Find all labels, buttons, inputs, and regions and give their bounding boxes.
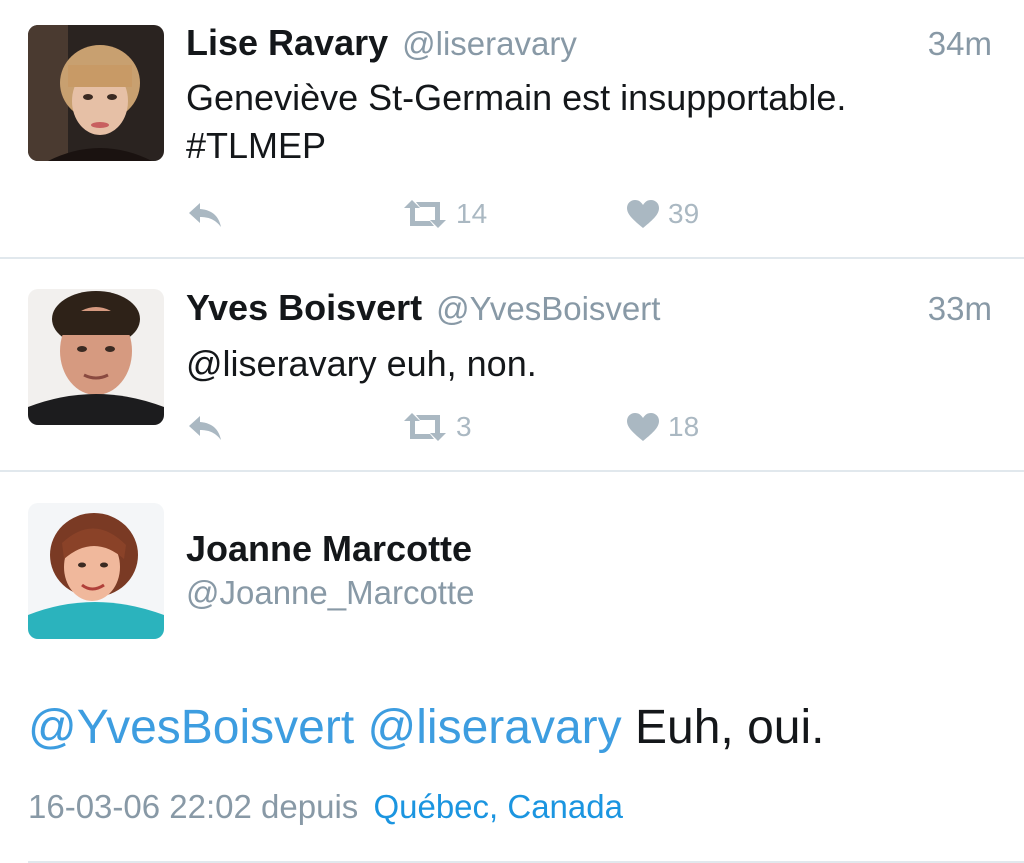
location-link[interactable]: Québec, Canada: [373, 788, 623, 825]
tweet-text: @YvesBoisvert @liseravary Euh, oui.: [28, 700, 824, 756]
tweet-feed: Lise Ravary @liseravary 34m Geneviève St…: [0, 0, 1024, 863]
avatar-image: [28, 25, 164, 161]
tweet-datetime: 16-03-06 22:02: [28, 788, 252, 825]
tweet[interactable]: Yves Boisvert @YvesBoisvert 33m @liserav…: [0, 259, 1024, 472]
tweet-text: Geneviève St-Germain est insupportable. …: [186, 74, 984, 170]
tweet-actions: 14 39: [186, 194, 746, 234]
focused-tweet: Joanne Marcotte @Joanne_Marcotte @YvesBo…: [0, 472, 1024, 863]
avatar[interactable]: [28, 25, 164, 161]
heart-icon: [627, 200, 659, 228]
timestamp: 33m: [927, 290, 992, 327]
tweet-meta: 16-03-06 22:02 depuis Québec, Canada: [28, 788, 623, 826]
like-count: 18: [668, 411, 700, 442]
retweet-count: 3: [456, 411, 472, 442]
tweet-header: Lise Ravary @liseravary 34m: [186, 22, 992, 64]
reply-icon: [189, 416, 221, 440]
retweet-icon: [404, 200, 446, 228]
like-button[interactable]: 39: [626, 194, 699, 234]
avatar[interactable]: [28, 503, 164, 639]
user-handle[interactable]: @YvesBoisvert: [436, 290, 660, 328]
retweet-count: 14: [456, 198, 488, 229]
tweet-header: Yves Boisvert @YvesBoisvert 33m: [186, 287, 992, 329]
user-handle[interactable]: @Joanne_Marcotte: [186, 574, 475, 612]
tweet-text-line: @liseravary euh, non.: [186, 343, 537, 384]
display-name[interactable]: Joanne Marcotte: [186, 528, 472, 570]
display-name[interactable]: Lise Ravary: [186, 22, 388, 64]
like-count: 39: [668, 198, 700, 229]
reply-button[interactable]: [186, 407, 224, 447]
reply-button[interactable]: [186, 194, 224, 234]
mention-link[interactable]: @YvesBoisvert: [28, 701, 354, 754]
tweet-text: @liseravary euh, non.: [186, 340, 984, 388]
avatar-image: [28, 503, 164, 639]
retweet-button[interactable]: 14: [402, 194, 487, 234]
tweet-actions: 3 18: [186, 407, 746, 447]
avatar[interactable]: [28, 289, 164, 425]
retweet-button[interactable]: 3: [402, 407, 472, 447]
user-handle[interactable]: @liseravary: [402, 25, 577, 63]
reply-icon: [189, 203, 221, 227]
via-label: depuis: [261, 788, 359, 825]
mention-link[interactable]: @liseravary: [368, 701, 622, 754]
retweet-icon: [404, 413, 446, 441]
tweet-text-body: Euh, oui.: [634, 701, 825, 754]
hashtag-link[interactable]: #TLMEP: [186, 122, 984, 170]
tweet[interactable]: Lise Ravary @liseravary 34m Geneviève St…: [0, 0, 1024, 259]
timestamp: 34m: [927, 25, 992, 62]
display-name[interactable]: Yves Boisvert: [186, 287, 422, 329]
heart-icon: [627, 413, 659, 441]
avatar-image: [28, 289, 164, 425]
tweet-text-line: Geneviève St-Germain est insupportable.: [186, 77, 847, 118]
like-button[interactable]: 18: [626, 407, 699, 447]
